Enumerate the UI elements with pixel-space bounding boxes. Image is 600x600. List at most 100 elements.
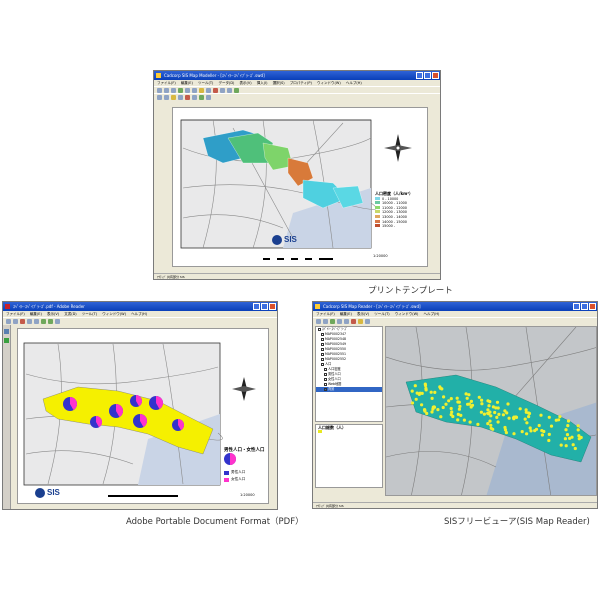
layer-checkbox[interactable]	[321, 357, 324, 361]
pdf-zoom-icon[interactable]	[34, 318, 39, 324]
pdf-next-page-icon[interactable]	[48, 318, 53, 324]
main-statusbar: ｱｸﾃｨﾌﾞ 共有部分 SIS	[154, 273, 440, 279]
layer-checkbox[interactable]	[321, 362, 324, 366]
pdf-menu-tools[interactable]: ツール(T)	[82, 312, 97, 316]
pdf-menu-file[interactable]: ファイル(F)	[6, 312, 25, 316]
layer-checkbox[interactable]	[318, 327, 321, 331]
point-icon[interactable]	[164, 94, 169, 100]
zoom-in-icon[interactable]	[220, 87, 225, 93]
minimize-button[interactable]	[416, 72, 423, 79]
delete-icon[interactable]	[213, 87, 218, 93]
layer-icon[interactable]	[199, 94, 204, 100]
undo-icon[interactable]	[206, 87, 211, 93]
layer-checkbox[interactable]	[324, 387, 327, 391]
copy-icon[interactable]	[192, 87, 197, 93]
menu-window[interactable]: ウィンドウ(W)	[317, 81, 341, 85]
pdf-legend-title: 男性人口・女性人口	[224, 448, 265, 453]
pdf-menu-document[interactable]: 文書(D)	[64, 312, 76, 316]
cut-icon[interactable]	[185, 87, 190, 93]
layer-checkbox[interactable]	[321, 352, 324, 356]
pdf-window-titlebar[interactable]: ｽﾍﾟｲﾄ･ｽﾍﾟｲﾌﾞﾗ･ｽﾞ.pdf - Adobe Reader	[3, 302, 277, 311]
layer-checkbox[interactable]	[321, 337, 324, 341]
pdf-print-icon[interactable]	[13, 318, 18, 324]
new-icon[interactable]	[157, 87, 162, 93]
pdf-legend-swatch-male	[224, 471, 229, 475]
measure-icon[interactable]	[192, 94, 197, 100]
pdf-save-icon[interactable]	[6, 318, 11, 324]
viewer-pan-icon[interactable]	[330, 318, 335, 324]
viewer-close-button[interactable]	[589, 303, 596, 310]
layer-tree-item[interactable]: 背景	[316, 387, 382, 392]
print-icon[interactable]	[178, 87, 183, 93]
pdf-window-controls	[253, 303, 276, 310]
viewer-maximize-button[interactable]	[581, 303, 588, 310]
menu-view[interactable]: 表示(V)	[240, 81, 252, 85]
pan-icon[interactable]	[234, 87, 239, 93]
menu-select[interactable]: 選択(S)	[273, 81, 285, 85]
pdf-hand-icon[interactable]	[27, 318, 32, 324]
pdf-menu-view[interactable]: 表示(V)	[47, 312, 59, 316]
pdf-maximize-button[interactable]	[261, 303, 268, 310]
viewer-print-icon[interactable]	[323, 318, 328, 324]
menu-file[interactable]: ファイル(F)	[157, 81, 176, 85]
line-icon[interactable]	[171, 94, 176, 100]
layer-checkbox[interactable]	[324, 377, 327, 381]
layer-checkbox[interactable]	[321, 332, 324, 336]
viewer-open-icon[interactable]	[316, 318, 321, 324]
population-dot	[482, 412, 486, 416]
pdf-menu-edit[interactable]: 編集(E)	[30, 312, 42, 316]
viewer-measure-icon[interactable]	[365, 318, 370, 324]
query-icon[interactable]	[206, 94, 211, 100]
layer-checkbox[interactable]	[321, 347, 324, 351]
viewer-window-titlebar[interactable]: Cadcorp SIS Map Reader - [ｽﾍﾟｲﾄ･ｽﾍﾟｲﾌﾞﾗ･…	[313, 302, 597, 311]
main-window-titlebar[interactable]: Cadcorp SIS Map Modeller - [ｽﾍﾟｲﾄ･ｽﾍﾟｲﾌﾞ…	[154, 71, 440, 80]
viewer-map[interactable]	[385, 326, 597, 496]
menu-properties[interactable]: プロパティ(P)	[290, 81, 312, 85]
viewer-menu-tools[interactable]: ツール(T)	[374, 312, 389, 316]
viewer-menu-help[interactable]: ヘルプ(H)	[424, 312, 440, 316]
population-dot	[576, 424, 580, 428]
zoom-out-icon[interactable]	[227, 87, 232, 93]
layer-checkbox[interactable]	[321, 342, 324, 346]
population-dot	[487, 404, 491, 408]
pdf-bookmarks-icon[interactable]	[4, 329, 9, 334]
layer-checkbox[interactable]	[324, 367, 327, 371]
pdf-email-icon[interactable]	[20, 318, 25, 324]
polygon-icon[interactable]	[178, 94, 183, 100]
layer-checkbox[interactable]	[324, 382, 327, 386]
paste-icon[interactable]	[199, 87, 204, 93]
menu-help[interactable]: ヘルプ(H)	[346, 81, 362, 85]
viewer-zoom-out-icon[interactable]	[344, 318, 349, 324]
viewer-info-icon[interactable]	[351, 318, 356, 324]
population-dot	[439, 415, 443, 419]
close-button[interactable]	[432, 72, 439, 79]
pdf-menu-window[interactable]: ウィンドウ(W)	[102, 312, 126, 316]
pdf-fit-icon[interactable]	[55, 318, 60, 324]
pie-symbol	[149, 395, 164, 410]
layer-label: MAP0002549	[325, 342, 347, 346]
menu-insert[interactable]: 挿入(I)	[257, 81, 268, 85]
viewer-menu-window[interactable]: ウィンドウ(W)	[395, 312, 419, 316]
viewer-minimize-button[interactable]	[573, 303, 580, 310]
population-dot	[520, 430, 524, 434]
viewer-zoom-in-icon[interactable]	[337, 318, 342, 324]
maximize-button[interactable]	[424, 72, 431, 79]
text-icon[interactable]	[185, 94, 190, 100]
viewer-menu-file[interactable]: ファイル(F)	[316, 312, 335, 316]
population-dot	[455, 396, 459, 400]
viewer-select-icon[interactable]	[358, 318, 363, 324]
pdf-minimize-button[interactable]	[253, 303, 260, 310]
open-icon[interactable]	[164, 87, 169, 93]
layer-checkbox[interactable]	[324, 372, 327, 376]
viewer-menu-view[interactable]: 表示(V)	[357, 312, 369, 316]
menu-edit[interactable]: 編集(E)	[181, 81, 193, 85]
pdf-menu-help[interactable]: ヘルプ(H)	[131, 312, 147, 316]
menu-tools[interactable]: ツール(T)	[198, 81, 213, 85]
select-icon[interactable]	[157, 94, 162, 100]
save-icon[interactable]	[171, 87, 176, 93]
viewer-menu-edit[interactable]: 編集(E)	[340, 312, 352, 316]
pdf-pages-icon[interactable]	[4, 338, 9, 343]
pdf-prev-page-icon[interactable]	[41, 318, 46, 324]
menu-data[interactable]: データ(D)	[218, 81, 234, 85]
pdf-close-button[interactable]	[269, 303, 276, 310]
